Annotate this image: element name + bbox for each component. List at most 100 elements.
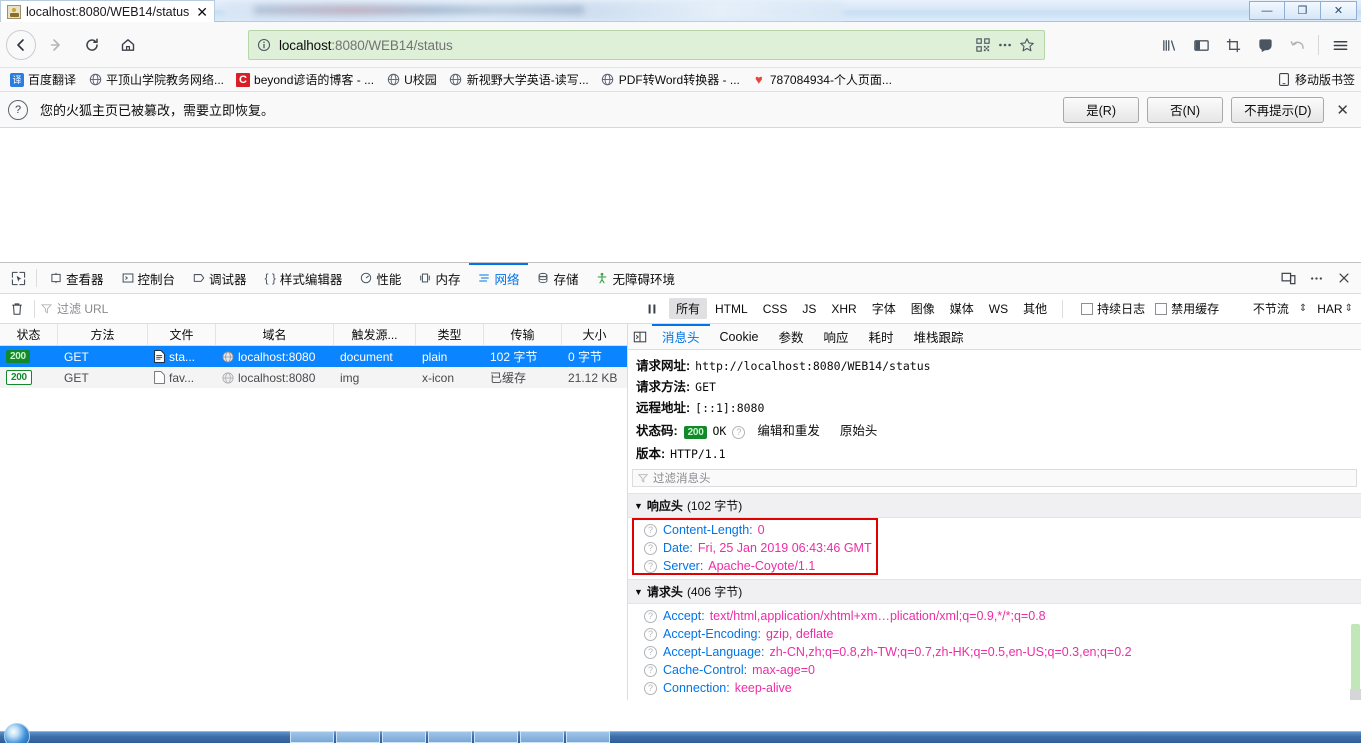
close-notification-icon[interactable]: ✕ <box>1332 101 1353 119</box>
more-options-icon[interactable] <box>1303 265 1329 291</box>
bookmark-item[interactable]: 新视野大学英语-读写... <box>443 69 595 90</box>
col-size[interactable]: 大小 <box>562 324 627 345</box>
site-info-icon[interactable] <box>255 36 273 54</box>
library-icon[interactable] <box>1154 30 1184 60</box>
tab-performance[interactable]: 性能 <box>351 263 410 294</box>
disable-cache-checkbox[interactable]: 禁用缓存 <box>1155 300 1219 317</box>
no-button[interactable]: 否(N) <box>1147 96 1224 123</box>
tab-accessibility[interactable]: 无障碍环境 <box>587 263 684 294</box>
taskbar-item[interactable] <box>428 731 472 743</box>
type-filter-xhr[interactable]: XHR <box>824 300 863 318</box>
trash-icon[interactable] <box>6 298 28 320</box>
bookmark-item[interactable]: U校园 <box>380 69 443 90</box>
tab-inspector[interactable]: 查看器 <box>41 263 113 294</box>
type-filter-media[interactable]: 媒体 <box>943 298 981 319</box>
start-button-icon[interactable] <box>4 723 30 743</box>
header-row[interactable]: ? Content-Length: 0 <box>628 521 1361 539</box>
scroll-down-arrow-icon[interactable] <box>1350 689 1361 700</box>
header-row[interactable]: ? Cache-Control: max-age=0 <box>628 661 1361 679</box>
help-icon[interactable]: ? <box>644 681 657 695</box>
help-icon[interactable]: ? <box>644 609 657 623</box>
headers-filter-input[interactable]: 过滤消息头 <box>632 469 1357 487</box>
table-row[interactable]: 200 GET fav... localhost:8080 img x-icon… <box>0 367 627 388</box>
header-row[interactable]: ? Accept: text/html,application/xhtml+xm… <box>628 607 1361 625</box>
taskbar-item[interactable] <box>566 731 610 743</box>
help-icon[interactable]: ? <box>644 663 657 677</box>
taskbar-item[interactable] <box>336 731 380 743</box>
chevron-updown-icon[interactable]: ⇕ <box>1345 303 1353 314</box>
detail-tab-params[interactable]: 参数 <box>768 324 813 350</box>
tab-storage[interactable]: 存储 <box>528 263 587 294</box>
forward-icon[interactable] <box>40 29 72 61</box>
menu-icon[interactable] <box>1325 30 1355 60</box>
col-cause[interactable]: 触发源... <box>334 324 416 345</box>
table-row[interactable]: 200 GET sta... localhost:8080 document p… <box>0 346 627 367</box>
header-row[interactable]: ? Connection: keep-alive <box>628 679 1361 697</box>
bookmark-item[interactable]: C beyond谚语的博客 - ... <box>230 69 380 90</box>
type-filter-all[interactable]: 所有 <box>669 298 708 319</box>
col-status[interactable]: 状态 <box>0 324 58 345</box>
help-icon[interactable]: ? <box>644 627 657 641</box>
element-picker-icon[interactable] <box>4 264 32 292</box>
type-filter-html[interactable]: HTML <box>708 300 755 318</box>
minimize-button[interactable]: — <box>1249 1 1285 20</box>
type-filter-font[interactable]: 字体 <box>865 298 903 319</box>
address-bar[interactable]: localhost:8080/WEB14/status <box>248 30 1045 60</box>
type-filter-js[interactable]: JS <box>795 300 823 318</box>
request-headers-section-title[interactable]: ▼ 请求头 (406 字节) <box>628 579 1361 604</box>
bookmark-item[interactable]: 平顶山学院教务网络... <box>82 69 230 90</box>
close-window-button[interactable]: ✕ <box>1321 1 1357 20</box>
responsive-design-icon[interactable] <box>1275 265 1301 291</box>
screenshot-icon[interactable] <box>1218 30 1248 60</box>
type-filter-other[interactable]: 其他 <box>1016 298 1054 319</box>
page-actions-icon[interactable] <box>994 34 1016 56</box>
header-row[interactable]: ? Server: Apache-Coyote/1.1 <box>628 557 1361 575</box>
help-icon[interactable]: ? <box>644 645 657 659</box>
pause-icon[interactable] <box>641 298 663 320</box>
home-icon[interactable] <box>112 29 144 61</box>
raw-headers-button[interactable]: 原始头 <box>840 420 878 439</box>
close-devtools-icon[interactable] <box>1331 265 1357 291</box>
taskbar-item[interactable] <box>474 731 518 743</box>
mobile-bookmarks-folder[interactable]: 移动版书签 <box>1277 71 1355 88</box>
dont-ask-again-button[interactable]: 不再提示(D) <box>1231 96 1325 123</box>
chevron-updown-icon[interactable]: ⇕ <box>1299 303 1307 314</box>
detail-tab-cookie[interactable]: Cookie <box>710 324 769 350</box>
header-row[interactable]: ? Accept-Encoding: gzip, deflate <box>628 625 1361 643</box>
help-icon[interactable]: ? <box>732 425 746 439</box>
history-back-icon[interactable] <box>1282 30 1312 60</box>
split-pane-icon[interactable] <box>628 325 652 349</box>
detail-tab-response[interactable]: 响应 <box>813 324 858 350</box>
restore-button[interactable]: ❐ <box>1285 1 1321 20</box>
header-row[interactable]: ? Accept-Language: zh-CN,zh;q=0.8,zh-TW;… <box>628 643 1361 661</box>
header-row[interactable]: ? Date: Fri, 25 Jan 2019 06:43:46 GMT <box>628 539 1361 557</box>
url-text[interactable]: localhost:8080/WEB14/status <box>273 38 972 53</box>
throttle-select[interactable]: 不节流 <box>1253 300 1289 317</box>
taskbar-item[interactable] <box>382 731 426 743</box>
yes-button[interactable]: 是(R) <box>1063 96 1140 123</box>
har-button[interactable]: HAR <box>1317 302 1342 316</box>
bookmark-item[interactable]: PDF转Word转换器 - ... <box>595 69 746 90</box>
browser-tab[interactable]: localhost:8080/WEB14/status ✕ <box>0 0 216 22</box>
sidebar-icon[interactable] <box>1186 30 1216 60</box>
type-filter-image[interactable]: 图像 <box>904 298 942 319</box>
bookmark-star-icon[interactable] <box>1016 34 1038 56</box>
col-type[interactable]: 类型 <box>416 324 484 345</box>
tab-console[interactable]: 控制台 <box>113 263 185 294</box>
col-transfer[interactable]: 传输 <box>484 324 562 345</box>
back-icon[interactable] <box>6 29 36 60</box>
detail-tab-timings[interactable]: 耗时 <box>858 324 903 350</box>
help-icon[interactable]: ? <box>644 699 657 700</box>
qr-code-icon[interactable] <box>972 34 994 56</box>
reload-icon[interactable] <box>76 29 108 61</box>
taskbar-item[interactable] <box>520 731 564 743</box>
url-filter-input[interactable]: 过滤 URL <box>41 299 641 319</box>
help-icon[interactable]: ? <box>644 559 657 573</box>
tab-memory[interactable]: 内存 <box>410 263 469 294</box>
help-icon[interactable]: ? <box>644 541 657 555</box>
col-method[interactable]: 方法 <box>58 324 148 345</box>
col-domain[interactable]: 域名 <box>216 324 334 345</box>
edit-and-resend-button[interactable]: 编辑和重发 <box>757 420 820 439</box>
header-row[interactable]: ? Host: localhost:8080 <box>628 697 1361 700</box>
persist-logs-checkbox[interactable]: 持续日志 <box>1081 300 1145 317</box>
